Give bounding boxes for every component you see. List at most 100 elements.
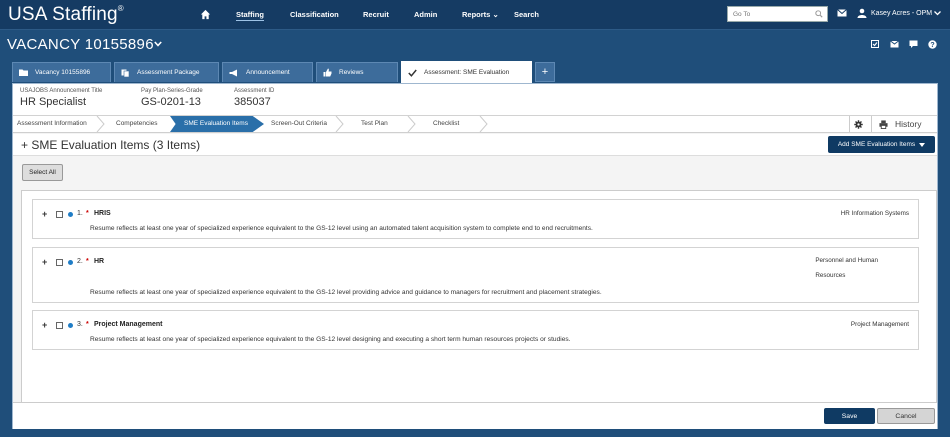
step-checklist[interactable]: Checklist bbox=[433, 116, 459, 132]
goto-search-box bbox=[727, 6, 828, 22]
user-menu-name[interactable]: Kasey Acres - OPM bbox=[871, 10, 932, 17]
expand-item-icon[interactable]: + bbox=[42, 257, 47, 267]
checklist-icon[interactable] bbox=[871, 40, 879, 48]
nav-staffing[interactable]: Staffing bbox=[236, 10, 264, 21]
step-assessment-information[interactable]: Assessment Information bbox=[17, 116, 87, 132]
add-sme-evaluation-items-button[interactable]: Add SME Evaluation Items bbox=[828, 136, 935, 153]
list-item: + 3. * Project Management Resume reflect… bbox=[32, 310, 919, 350]
assessment-id-label: Assessment ID bbox=[234, 88, 275, 94]
section-title[interactable]: + SME Evaluation Items (3 Items) bbox=[21, 138, 200, 152]
item-category-line: HR Information Systems bbox=[840, 210, 909, 217]
nav-recruit[interactable]: Recruit bbox=[363, 10, 389, 19]
chevron-right-icon bbox=[407, 116, 416, 132]
inbox-icon[interactable] bbox=[890, 40, 899, 48]
mail-icon[interactable] bbox=[837, 9, 847, 17]
nav-reports[interactable]: Reports ⌄ bbox=[462, 10, 499, 19]
thumbs-up-icon bbox=[323, 68, 332, 77]
required-marker: * bbox=[86, 258, 89, 265]
tab-announcement[interactable]: Announcement bbox=[222, 62, 313, 82]
form-footer: Save Cancel bbox=[13, 402, 937, 429]
item-name[interactable]: HRIS bbox=[94, 210, 111, 217]
home-icon[interactable] bbox=[200, 9, 211, 20]
tab-assessment-sme-evaluation[interactable]: Assessment: SME Evaluation bbox=[401, 61, 532, 83]
item-number: 2. bbox=[77, 258, 83, 265]
tab-reviews[interactable]: Reviews bbox=[316, 62, 398, 82]
chevron-down-icon[interactable] bbox=[934, 10, 941, 16]
item-checkbox[interactable] bbox=[56, 259, 63, 266]
tab-label: Reviews bbox=[339, 69, 364, 76]
expand-item-icon[interactable]: + bbox=[42, 320, 47, 330]
step-competencies[interactable]: Competencies bbox=[116, 116, 158, 132]
list-item: + 2. * HR Resume reflects at least one y… bbox=[32, 247, 919, 303]
item-category-line: Project Management bbox=[850, 321, 909, 328]
item-description: Resume reflects at least one year of spe… bbox=[90, 289, 602, 296]
chevron-right-icon bbox=[335, 116, 344, 132]
item-checkbox[interactable] bbox=[56, 322, 63, 329]
cancel-button[interactable]: Cancel bbox=[877, 408, 935, 424]
add-tab-button[interactable]: + bbox=[535, 62, 555, 82]
section-title-text: SME Evaluation Items (3 Items) bbox=[31, 138, 201, 152]
printer-icon bbox=[879, 119, 888, 129]
vacancy-dropdown-icon[interactable] bbox=[154, 41, 162, 47]
announcement-title-value: HR Specialist bbox=[20, 96, 87, 108]
item-number: 1. bbox=[77, 210, 83, 217]
nav-reports-label: Reports bbox=[462, 10, 491, 19]
item-category: HR Information Systems bbox=[841, 206, 909, 221]
chevron-right-icon bbox=[96, 116, 105, 132]
item-description: Resume reflects at least one year of spe… bbox=[90, 336, 571, 343]
caret-down-icon bbox=[919, 142, 926, 147]
check-icon bbox=[408, 69, 417, 77]
item-category-line: Personnel and Human bbox=[815, 257, 878, 264]
app-logo[interactable]: USA Staffing® bbox=[8, 4, 124, 26]
step-test-plan[interactable]: Test Plan bbox=[361, 116, 388, 132]
step-screen-out-criteria[interactable]: Screen-Out Criteria bbox=[271, 116, 327, 132]
help-icon[interactable]: ? bbox=[928, 40, 937, 49]
chevron-down-icon: ⌄ bbox=[492, 10, 499, 19]
list-item: + 1. * HRIS Resume reflects at least one… bbox=[32, 199, 919, 239]
status-dot-icon bbox=[68, 323, 73, 328]
history-button[interactable]: History bbox=[871, 116, 935, 132]
item-checkbox[interactable] bbox=[56, 211, 63, 218]
tab-assessment-package[interactable]: Assessment Package bbox=[114, 62, 219, 82]
comment-icon[interactable] bbox=[909, 40, 918, 48]
tab-label: Announcement bbox=[246, 69, 290, 76]
copy-icon bbox=[121, 69, 130, 77]
item-name[interactable]: HR bbox=[94, 258, 104, 265]
tab-label: Vacancy 10155896 bbox=[35, 69, 91, 76]
nav-classification[interactable]: Classification bbox=[290, 10, 339, 19]
required-marker: * bbox=[86, 210, 89, 217]
user-icon[interactable] bbox=[857, 8, 867, 18]
section-header: + SME Evaluation Items (3 Items) Add SME… bbox=[13, 134, 937, 156]
expand-item-icon[interactable]: + bbox=[42, 209, 47, 219]
tab-vacancy[interactable]: Vacancy 10155896 bbox=[12, 62, 111, 82]
item-number: 3. bbox=[77, 321, 83, 328]
top-navigation-bar: USA Staffing® Staffing Classification Re… bbox=[0, 0, 950, 30]
tab-label: Assessment Package bbox=[137, 69, 200, 76]
item-name[interactable]: Project Management bbox=[94, 321, 162, 328]
step-sme-evaluation-items[interactable]: SME Evaluation Items bbox=[184, 116, 248, 132]
megaphone-icon bbox=[229, 69, 239, 77]
goto-input[interactable] bbox=[728, 7, 812, 21]
pay-plan-label: Pay Plan-Series-Grade bbox=[141, 88, 203, 94]
vacancy-title[interactable]: VACANCY 10155896 bbox=[7, 36, 154, 53]
step-navigation: Assessment Information Competencies SME … bbox=[13, 115, 937, 133]
nav-search[interactable]: Search bbox=[514, 10, 539, 19]
search-icon[interactable] bbox=[815, 10, 823, 18]
svg-text:?: ? bbox=[930, 42, 934, 49]
item-description: Resume reflects at least one year of spe… bbox=[90, 225, 593, 232]
item-category-line: Resources bbox=[815, 272, 846, 279]
settings-button[interactable] bbox=[849, 116, 867, 132]
assessment-id-value: 385037 bbox=[234, 96, 271, 108]
gear-icon bbox=[854, 119, 863, 129]
assessment-panel: USAJOBS Announcement Title HR Specialist… bbox=[12, 83, 938, 429]
required-marker: * bbox=[86, 321, 89, 328]
nav-admin[interactable]: Admin bbox=[414, 10, 437, 19]
select-all-button[interactable]: Select All bbox=[22, 164, 63, 181]
save-button[interactable]: Save bbox=[824, 408, 875, 424]
brand-name: USA Staffing bbox=[8, 4, 118, 25]
expand-icon: + bbox=[21, 138, 29, 152]
pay-plan-value: GS-0201-13 bbox=[141, 96, 201, 108]
chevron-right-icon bbox=[479, 116, 488, 132]
history-label: History bbox=[895, 119, 922, 129]
assessment-info-header: USAJOBS Announcement Title HR Specialist… bbox=[13, 84, 937, 115]
